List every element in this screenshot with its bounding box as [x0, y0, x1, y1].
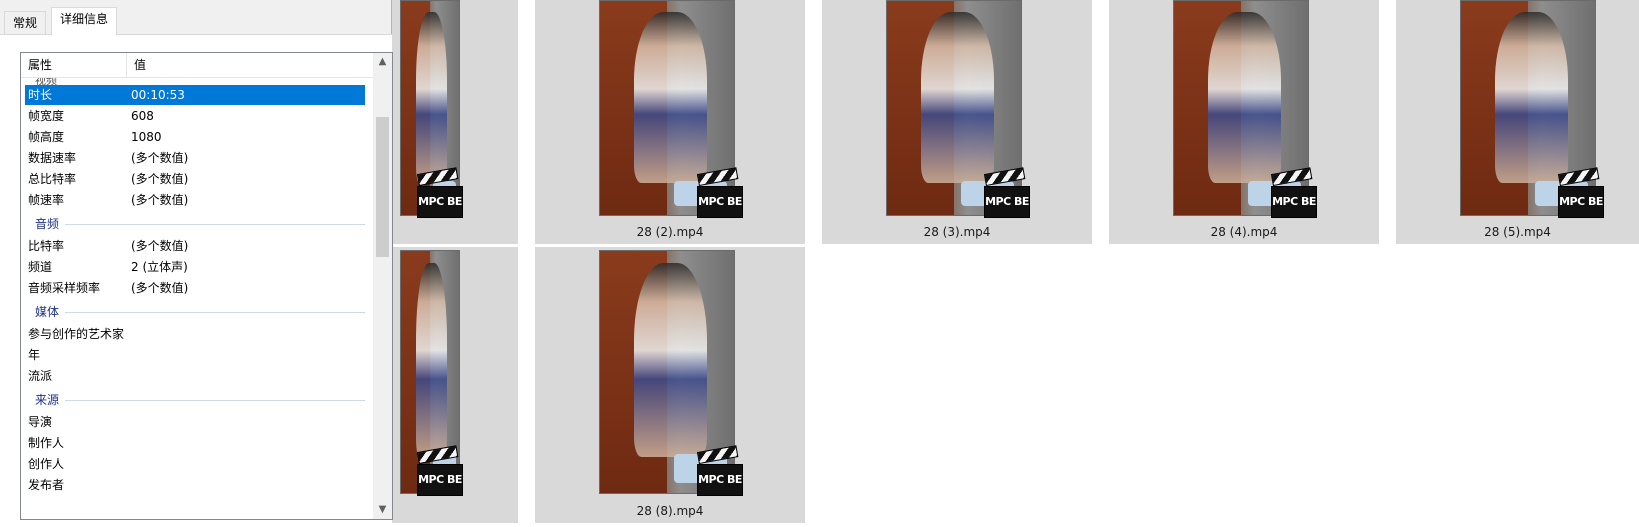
property-name: 创作人: [28, 457, 65, 471]
tab-details[interactable]: 详细信息: [51, 7, 118, 35]
row-frame-rate[interactable]: 帧速率 (多个数值): [25, 190, 365, 210]
property-name: 比特率: [28, 239, 65, 253]
properties-dialog: 常规 详细信息 属性 值 视频 时长 00:10:53 帧宽度 608 帧高度: [0, 0, 393, 527]
row-bitrate[interactable]: 比特率 (多个数值): [25, 236, 365, 256]
property-name: 帧宽度: [28, 109, 65, 123]
file-name: 28 (2).mp4: [636, 225, 704, 239]
property-name: 时长: [28, 88, 53, 102]
group-label: 音频: [35, 215, 66, 232]
file-name: 28 (4).mp4: [1210, 225, 1278, 239]
property-value: (多个数值): [131, 281, 189, 295]
tab-strip: 常规 详细信息: [0, 7, 392, 35]
file-name: 28 (5).mp4: [1484, 225, 1551, 239]
property-value: 608: [131, 109, 154, 123]
row-duration[interactable]: 时长 00:10:53: [25, 85, 365, 105]
property-name: 导演: [28, 415, 53, 429]
property-value: (多个数值): [131, 151, 189, 165]
row-frame-height[interactable]: 帧高度 1080: [25, 127, 365, 147]
property-name: 帧高度: [28, 130, 65, 144]
row-producer[interactable]: 制作人: [25, 433, 365, 453]
details-panel: 属性 值 视频 时长 00:10:53 帧宽度 608 帧高度 1080 数据速…: [0, 34, 393, 527]
mpc-be-icon: MPC BE: [983, 167, 1030, 220]
file-tile[interactable]: MPC BE 28 (5).mp4: [1396, 0, 1639, 244]
row-contributing-artists[interactable]: 参与创作的艺术家: [25, 324, 365, 344]
mpc-be-icon: MPC BE: [696, 445, 743, 498]
row-total-bitrate[interactable]: 总比特率 (多个数值): [25, 169, 365, 189]
row-frame-width[interactable]: 帧宽度 608: [25, 106, 365, 126]
property-name: 总比特率: [28, 172, 77, 186]
row-genre[interactable]: 流派: [25, 366, 365, 386]
property-name: 帧速率: [28, 193, 65, 207]
property-name: 流派: [28, 369, 53, 383]
mpc-be-icon: MPC BE: [696, 167, 743, 220]
group-divider: [35, 312, 365, 313]
property-value: (多个数值): [131, 239, 189, 253]
property-name: 数据速率: [28, 151, 77, 165]
group-header-origin: 来源: [25, 389, 365, 409]
property-name: 频道: [28, 260, 53, 274]
property-value: 2 (立体声): [131, 260, 188, 274]
property-name: 制作人: [28, 436, 65, 450]
column-header-value[interactable]: 值: [127, 53, 373, 78]
row-audio-sample-rate[interactable]: 音频采样频率 (多个数值): [25, 278, 365, 298]
tab-general[interactable]: 常规: [4, 11, 47, 35]
group-divider: [35, 400, 365, 401]
column-header-property[interactable]: 属性: [21, 53, 127, 78]
file-tile[interactable]: MPC BE 28 (2).mp4: [535, 0, 805, 244]
file-name: 28 (3).mp4: [923, 225, 991, 239]
group-label: 媒体: [35, 303, 66, 320]
property-name: 发布者: [28, 478, 65, 492]
mpc-be-icon: MPC BE: [1270, 167, 1317, 220]
property-value: 00:10:53: [131, 88, 185, 102]
row-data-rate[interactable]: 数据速率 (多个数值): [25, 148, 365, 168]
row-writer[interactable]: 创作人: [25, 454, 365, 474]
mpc-be-icon: MPC BE: [416, 167, 463, 220]
chevron-up-icon[interactable]: ▲: [373, 53, 392, 71]
row-year[interactable]: 年: [25, 345, 365, 365]
file-tile[interactable]: MPC BE 28 (8).mp4: [535, 247, 805, 523]
row-channels[interactable]: 频道 2 (立体声): [25, 257, 365, 277]
row-director[interactable]: 导演: [25, 412, 365, 432]
row-publisher[interactable]: 发布者: [25, 475, 365, 495]
group-header-audio: 音频: [25, 213, 365, 233]
file-tile[interactable]: MPC BE 28 (4).mp4: [1109, 0, 1379, 244]
file-tile[interactable]: MPC BE 28 (3).mp4: [822, 0, 1092, 244]
property-name: 音频采样频率: [28, 281, 101, 295]
mpc-be-icon: MPC BE: [416, 445, 463, 498]
property-name: 年: [28, 348, 41, 362]
vertical-scrollbar[interactable]: ▲ ▼: [373, 53, 392, 519]
group-label: 来源: [35, 391, 66, 408]
group-header-media: 媒体: [25, 301, 365, 321]
property-name: 参与创作的艺术家: [28, 327, 125, 341]
property-value: (多个数值): [131, 172, 189, 186]
group-divider: [35, 224, 365, 225]
file-name: 28 (8).mp4: [636, 504, 704, 518]
property-value: 1080: [131, 130, 162, 144]
property-value: (多个数值): [131, 193, 189, 207]
scrollbar-thumb[interactable]: [376, 117, 389, 257]
chevron-down-icon[interactable]: ▼: [373, 501, 392, 519]
mpc-be-icon: MPC BE: [1557, 167, 1604, 220]
list-header: 属性 值: [21, 53, 373, 78]
property-list[interactable]: 属性 值 视频 时长 00:10:53 帧宽度 608 帧高度 1080 数据速…: [20, 52, 393, 520]
